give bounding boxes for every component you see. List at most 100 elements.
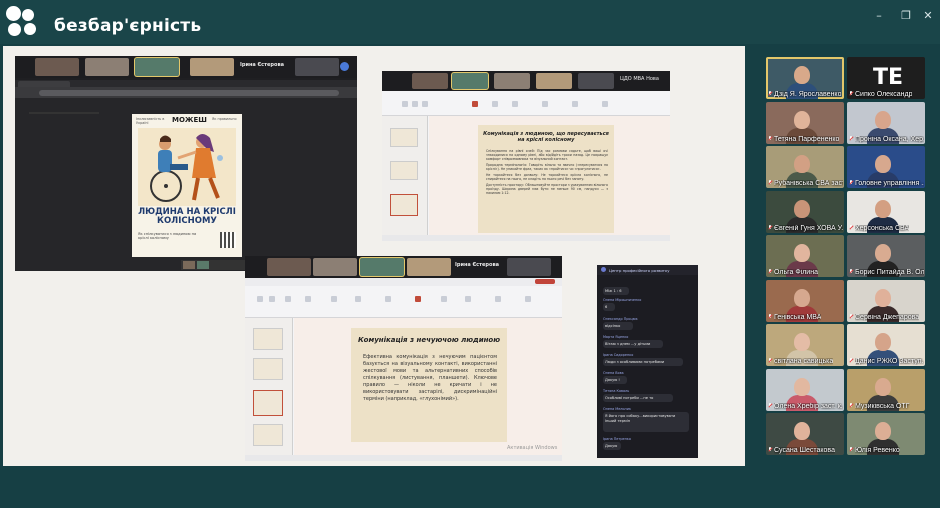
participant-label-bar: Данис РЖКО Заступ... xyxy=(847,356,925,366)
qr-code-icon xyxy=(220,232,236,248)
participant-name: Юлія Ревенко xyxy=(855,447,900,454)
ppt-statusbar xyxy=(382,235,670,241)
maximize-button[interactable]: ❐ xyxy=(899,9,913,22)
mic-muted-icon xyxy=(768,180,772,186)
minimize-button[interactable]: – xyxy=(872,9,886,22)
participant-face xyxy=(794,377,810,396)
participant-label-bar: Головне управління ... xyxy=(847,178,925,188)
participant-tile[interactable]: Борис Питайда В. Ол... xyxy=(847,235,925,277)
close-button[interactable]: ✕ xyxy=(921,9,935,22)
participant-label-bar: Музиківська ОТГ xyxy=(847,401,925,411)
chat-message-text: Дякую xyxy=(605,444,618,448)
participant-tile[interactable]: Дзід Я. Ярославенко xyxy=(766,57,844,99)
wheelchair-poster: Інклюзивність в Україні МОЖЕШ Як правиль… xyxy=(132,114,242,257)
participant-name: Борис Питайда В. Ол... xyxy=(855,269,924,276)
video-thumb xyxy=(313,258,357,276)
chat-message-text: Люди з особливими потребами xyxy=(605,360,665,364)
slide-body: Ефективна комунікація з нечуючим пацієнт… xyxy=(363,354,497,402)
participant-face xyxy=(875,244,891,262)
share-button[interactable] xyxy=(535,279,555,284)
participant-tile[interactable]: Сервіна Джепарова xyxy=(847,279,925,322)
mic-muted-icon xyxy=(849,135,853,142)
mic-muted-icon xyxy=(768,269,772,275)
participant-name: Євгеній Гуня ХОВА У... xyxy=(774,224,843,232)
participant-tile[interactable]: Ольга Філина xyxy=(766,235,844,277)
participant-tile[interactable]: Херсонська СВА xyxy=(847,190,925,233)
participant-name: Данис РЖКО Заступ... xyxy=(855,358,924,365)
slide-thumb[interactable] xyxy=(390,194,418,216)
slide-thumbnails xyxy=(245,318,293,455)
video-thumb xyxy=(295,58,339,76)
current-slide: Комунікація з людиною, що пересувається … xyxy=(478,125,614,233)
participant-label-bar: світлана савицька xyxy=(766,356,844,366)
poster-subline: Як спілкуватися з людиною на кріслі колі… xyxy=(138,232,197,240)
slide-thumb[interactable] xyxy=(253,328,283,350)
participant-tile[interactable]: Проніна Оксана, Хер... xyxy=(847,101,925,144)
mic-muted-icon xyxy=(768,402,772,409)
participant-tile[interactable]: Юлія Ревенко xyxy=(847,413,925,455)
video-thumb xyxy=(190,58,234,76)
chat-avatar-icon xyxy=(601,267,606,272)
current-slide: Комунікація з нечуючою людиною Ефективна… xyxy=(351,328,507,442)
video-thumb-name: Ірина Єстерова xyxy=(240,62,284,68)
participant-tile[interactable]: Тетяна Парфененко xyxy=(766,101,844,144)
chat-message-author: Ірина Сидоренко xyxy=(603,353,634,357)
video-thumb xyxy=(85,58,129,76)
participant-tile[interactable]: Сусана Шестакова xyxy=(766,413,844,455)
participant-name: Рубанівська СВА заст... xyxy=(774,180,843,187)
participant-label-bar: Олена Хребір заст. к... xyxy=(766,401,844,411)
video-thumb xyxy=(494,73,530,89)
slide-thumb[interactable] xyxy=(253,390,283,416)
participant-face xyxy=(794,288,810,307)
participant-face xyxy=(794,422,810,440)
chat-message-author: Олена Вовк xyxy=(603,371,624,375)
video-thumb xyxy=(507,258,551,276)
poster-brand: МОЖЕШ xyxy=(172,116,207,124)
participant-tile[interactable]: Генівська МВА xyxy=(766,279,844,322)
slide-title: Комунікація з нечуючою людиною xyxy=(357,336,501,344)
chat-message-author: Марта Яценко xyxy=(603,335,629,339)
participant-tile[interactable]: Головне управління ... xyxy=(847,146,925,188)
slide-thumb[interactable] xyxy=(390,128,418,147)
slide-bullet: Спілкування на рівні очей: Під час розмо… xyxy=(486,149,608,161)
mic-muted-icon xyxy=(849,180,853,186)
slide-thumb[interactable] xyxy=(253,424,283,446)
video-thumb xyxy=(536,73,572,89)
ppt-statusbar xyxy=(245,455,562,461)
participant-name: Музиківська ОТГ xyxy=(855,402,910,410)
participant-face xyxy=(875,422,891,440)
mic-muted-icon xyxy=(768,358,772,364)
participant-tile[interactable]: Музиківська ОТГ xyxy=(847,368,925,411)
video-thumb xyxy=(578,73,614,89)
participant-name: Сусана Шестакова xyxy=(774,447,835,454)
chat-message-author: Тетяна Коваль xyxy=(603,389,630,393)
participant-tile[interactable]: Рубанівська СВА заст... xyxy=(766,146,844,188)
chat-message-text: Я його про собаку...використовувати інши… xyxy=(605,414,676,423)
slide-bullets: Спілкування на рівні очей: Під час розмо… xyxy=(486,149,608,195)
video-strip: Ірина Єстерова xyxy=(15,56,357,78)
participant-face xyxy=(794,199,810,218)
slide-thumbnails xyxy=(382,116,428,235)
participant-label-bar: Борис Питайда В. Ол... xyxy=(847,267,925,277)
participant-label-bar: Рубанівська СВА заст... xyxy=(766,178,844,188)
participant-tile[interactable]: Євгеній Гуня ХОВА У... xyxy=(766,190,844,233)
video-thumb xyxy=(407,258,451,276)
participant-tile[interactable]: Олена Хребір заст. к... xyxy=(766,368,844,411)
participant-name: Проніна Оксана, Хер... xyxy=(855,135,924,143)
participant-name: Сервіна Джепарова xyxy=(855,313,920,321)
video-thumb xyxy=(135,58,179,76)
chat-message-text: 6 xyxy=(605,305,608,309)
mic-muted-icon xyxy=(768,313,772,320)
video-thumb xyxy=(412,73,448,89)
participant-name: Генівська МВА xyxy=(774,313,822,321)
shared-browser-window: Ірина Єстерова Інклюзивність в Україні М… xyxy=(15,56,357,271)
participant-tile[interactable]: світлана савицька xyxy=(766,324,844,366)
participant-label-bar: Тетяна Парфененко xyxy=(766,134,844,144)
participant-tile[interactable]: Данис РЖКО Заступ... xyxy=(847,324,925,366)
url-bar[interactable] xyxy=(39,90,339,96)
video-thumb-name: Ірина Єстерова xyxy=(455,262,499,268)
slide-thumb[interactable] xyxy=(253,358,283,380)
chat-message-author: Олександр Процюк xyxy=(603,317,638,321)
slide-thumb[interactable] xyxy=(390,161,418,180)
participant-tile[interactable]: TE Сипко Олександр xyxy=(847,57,925,99)
